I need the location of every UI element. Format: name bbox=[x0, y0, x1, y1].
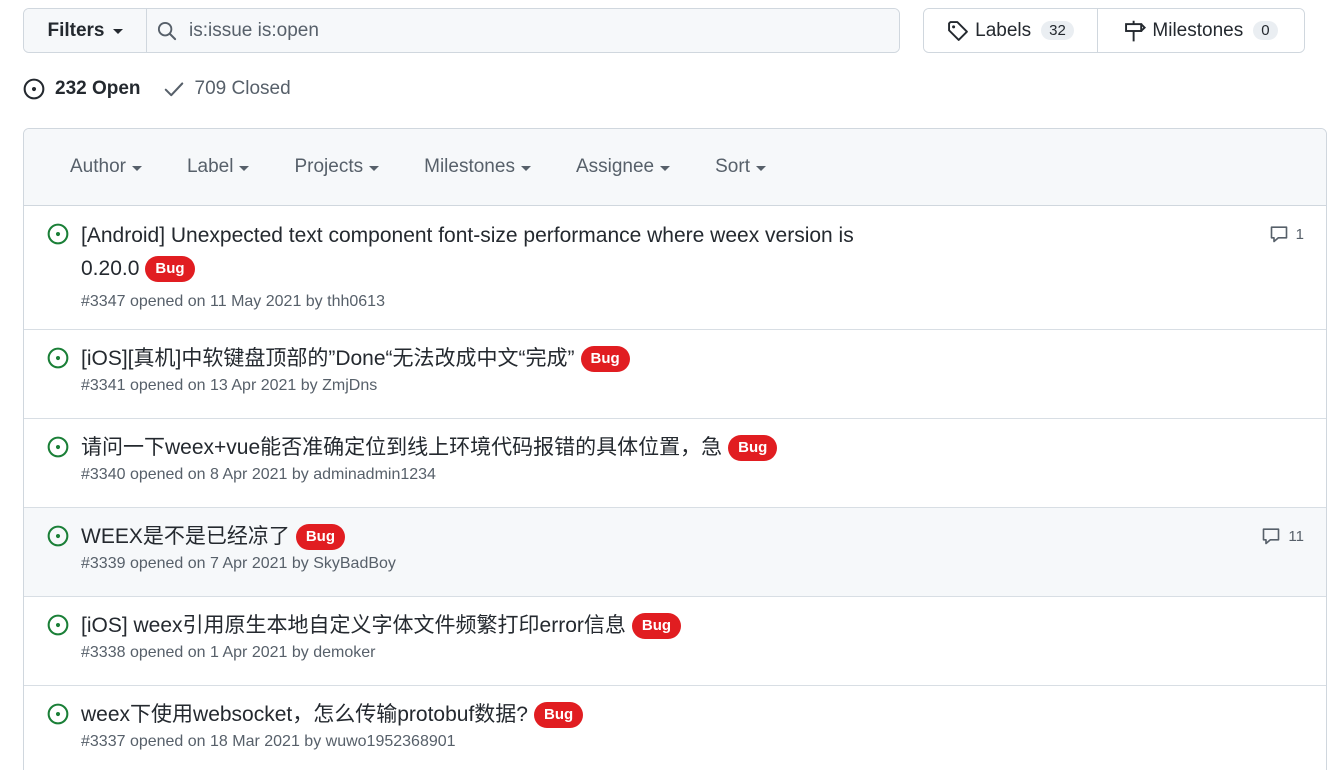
issue-open-icon bbox=[47, 614, 69, 636]
issue-open-icon bbox=[47, 436, 69, 458]
issue-main: weex下使用websocket，怎么传输protobuf数据? Bug #333… bbox=[81, 698, 1261, 751]
bug-label[interactable]: Bug bbox=[533, 702, 584, 728]
open-count-label: 232 Open bbox=[55, 78, 141, 99]
issue-meta: #3341 opened on 13 Apr 2021 by ZmjDns bbox=[81, 377, 378, 394]
comment-icon bbox=[1270, 226, 1287, 243]
author-filter[interactable]: Author bbox=[70, 156, 142, 178]
issue-main: [iOS][真机]中软键盘顶部的”Done“无法改成中文“完成” Bug #334… bbox=[81, 342, 1261, 395]
search-icon bbox=[157, 21, 177, 40]
projects-filter-label: Projects bbox=[294, 156, 364, 177]
milestone-icon bbox=[1125, 20, 1147, 41]
bug-label[interactable]: Bug bbox=[145, 256, 195, 282]
sort-filter[interactable]: Sort bbox=[715, 156, 766, 178]
comment-count[interactable]: 11 bbox=[1260, 526, 1304, 546]
issue-open-icon bbox=[47, 223, 69, 245]
issue-title[interactable]: [iOS] weex引用原生本地自定义字体文件频繁打印error信息 Bug bbox=[81, 609, 1261, 642]
issue-row: 请问一下weex+vue能否准确定位到线上环境代码报错的具体位置，急 Bug #3… bbox=[24, 419, 1326, 508]
issue-meta: #3347 opened on 11 May 2021 by thh0613 bbox=[81, 293, 385, 310]
milestones-button[interactable]: Milestones 0 bbox=[1098, 9, 1304, 52]
issue-row: [iOS][真机]中软键盘顶部的”Done“无法改成中文“完成” Bug #334… bbox=[24, 330, 1326, 419]
comment-icon bbox=[1263, 528, 1280, 545]
filters-search-group: Filters bbox=[23, 8, 900, 53]
issue-title-text: [iOS] weex引用原生本地自定义字体文件频繁打印error信息 bbox=[81, 614, 626, 637]
comment-count-value: 1 bbox=[1295, 225, 1304, 243]
issue-title-text: WEEX是不是已经凉了 bbox=[81, 525, 290, 548]
issue-row: WEEX是不是已经凉了 Bug #3339 opened on 7 Apr 202… bbox=[24, 508, 1326, 597]
issue-meta: #3340 opened on 8 Apr 2021 by adminadmin… bbox=[81, 466, 436, 483]
issues-list-header: Author Label Projects Milestones Assigne… bbox=[24, 129, 1326, 206]
label-filter-label: Label bbox=[186, 156, 234, 177]
issue-title-text: weex下使用websocket，怎么传输protobuf数据? bbox=[81, 703, 528, 726]
search-box bbox=[147, 9, 899, 52]
bug-label[interactable]: Bug bbox=[728, 435, 778, 461]
sort-filter-label: Sort bbox=[715, 156, 750, 177]
labels-label: Labels bbox=[975, 19, 1032, 41]
issue-meta: #3337 opened on 18 Mar 2021 by wuwo19523… bbox=[81, 733, 456, 750]
issue-row: [Android] Unexpected text component font… bbox=[24, 206, 1326, 330]
label-filter[interactable]: Label bbox=[187, 156, 250, 178]
labels-button[interactable]: Labels 32 bbox=[924, 9, 1098, 52]
chevron-down-icon bbox=[755, 165, 766, 171]
issue-row: weex下使用websocket，怎么传输protobuf数据? Bug #333… bbox=[24, 686, 1326, 770]
chevron-down-icon bbox=[239, 165, 250, 171]
issue-title-text: [Android] Unexpected text component font… bbox=[81, 224, 854, 247]
check-icon bbox=[164, 82, 183, 97]
milestones-label: Milestones bbox=[1152, 19, 1244, 41]
bug-label[interactable]: Bug bbox=[580, 346, 630, 372]
tag-icon bbox=[948, 20, 969, 41]
state-toggle: 232 Open 709 Closed bbox=[23, 78, 291, 100]
issue-title-text-line2: 0.20.0 bbox=[81, 257, 140, 280]
open-issues-link[interactable]: 232 Open bbox=[23, 78, 141, 100]
issue-title[interactable]: [Android] Unexpected text component font… bbox=[81, 219, 961, 285]
issue-title-text: [iOS][真机]中软键盘顶部的”Done“无法改成中文“完成” bbox=[81, 347, 575, 370]
comment-count-value: 11 bbox=[1288, 527, 1304, 545]
issue-row: [iOS] weex引用原生本地自定义字体文件频繁打印error信息 Bug #3… bbox=[24, 597, 1326, 686]
issue-title-text: 请问一下weex+vue能否准确定位到线上环境代码报错的具体位置，急 bbox=[81, 436, 723, 459]
comment-count[interactable]: 1 bbox=[1268, 224, 1304, 244]
search-input[interactable] bbox=[189, 19, 857, 42]
labels-milestones-group: Labels 32 Milestones 0 bbox=[923, 8, 1305, 53]
chevron-down-icon bbox=[112, 29, 123, 34]
issue-open-icon bbox=[47, 703, 69, 725]
filters-label: Filters bbox=[47, 19, 105, 41]
chevron-down-icon bbox=[520, 165, 531, 171]
bug-label[interactable]: Bug bbox=[295, 524, 346, 550]
assignee-filter[interactable]: Assignee bbox=[575, 156, 671, 178]
issue-title[interactable]: weex下使用websocket，怎么传输protobuf数据? Bug bbox=[81, 698, 1261, 731]
milestones-filter[interactable]: Milestones bbox=[424, 156, 531, 178]
issue-meta: #3338 opened on 1 Apr 2021 by demoker bbox=[81, 644, 376, 661]
projects-filter[interactable]: Projects bbox=[294, 156, 380, 178]
milestones-filter-label: Milestones bbox=[424, 156, 515, 177]
issue-title[interactable]: [iOS][真机]中软键盘顶部的”Done“无法改成中文“完成” Bug bbox=[81, 342, 1261, 375]
closed-count-label: 709 Closed bbox=[194, 78, 291, 99]
issue-open-icon bbox=[47, 525, 69, 547]
milestones-count: 0 bbox=[1253, 21, 1278, 40]
bug-label[interactable]: Bug bbox=[631, 613, 682, 639]
issue-title[interactable]: 请问一下weex+vue能否准确定位到线上环境代码报错的具体位置，急 Bug bbox=[81, 431, 1261, 464]
assignee-filter-label: Assignee bbox=[575, 156, 655, 177]
labels-count: 32 bbox=[1041, 21, 1074, 40]
chevron-down-icon bbox=[369, 165, 380, 171]
chevron-down-icon bbox=[131, 165, 142, 171]
issue-main: [Android] Unexpected text component font… bbox=[81, 219, 961, 311]
chevron-down-icon bbox=[660, 165, 671, 171]
issue-main: WEEX是不是已经凉了 Bug #3339 opened on 7 Apr 202… bbox=[81, 520, 1181, 573]
issue-open-icon bbox=[23, 78, 45, 100]
issue-main: 请问一下weex+vue能否准确定位到线上环境代码报错的具体位置，急 Bug #3… bbox=[81, 431, 1261, 484]
issues-list: Author Label Projects Milestones Assigne… bbox=[23, 128, 1327, 770]
closed-issues-link[interactable]: 709 Closed bbox=[163, 78, 291, 100]
issue-title[interactable]: WEEX是不是已经凉了 Bug bbox=[81, 520, 1181, 553]
issue-main: [iOS] weex引用原生本地自定义字体文件频繁打印error信息 Bug #3… bbox=[81, 609, 1261, 662]
issue-open-icon bbox=[47, 347, 69, 369]
filters-button[interactable]: Filters bbox=[24, 9, 147, 52]
author-filter-label: Author bbox=[70, 156, 126, 177]
issue-meta: #3339 opened on 7 Apr 2021 by SkyBadBoy bbox=[81, 555, 396, 572]
